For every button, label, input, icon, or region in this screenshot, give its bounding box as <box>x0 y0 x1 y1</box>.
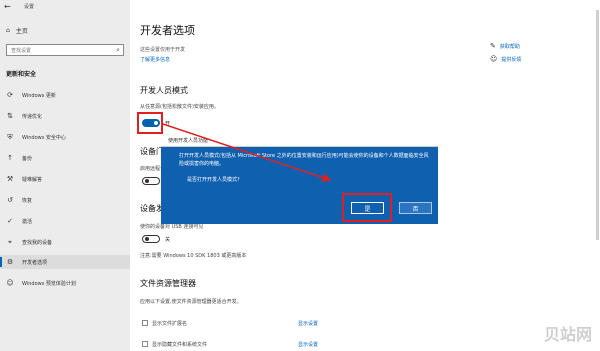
annotation-arrows <box>162 123 332 182</box>
watermark-logo: 贝站网 <box>543 325 592 344</box>
arrow-to-dialog <box>162 123 332 182</box>
